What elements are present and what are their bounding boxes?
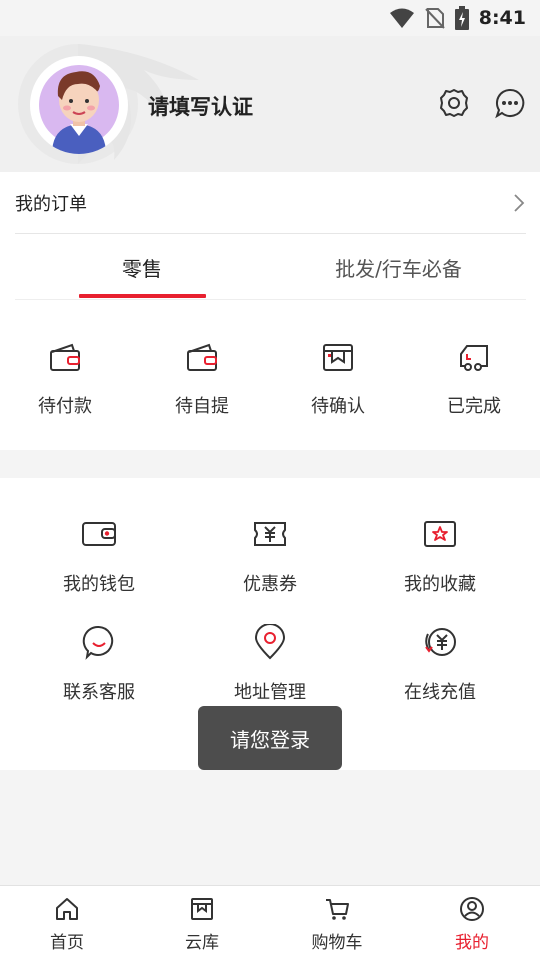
recharge-icon bbox=[425, 628, 456, 656]
service-address[interactable]: 地址管理 bbox=[190, 624, 350, 714]
wallet-icon bbox=[82, 522, 116, 546]
settings-button[interactable] bbox=[437, 86, 471, 120]
my-orders-title: 我的订单 bbox=[15, 193, 87, 215]
profile-header: 请填写认证 bbox=[0, 36, 540, 172]
coupon-icon bbox=[254, 522, 286, 546]
service-recharge[interactable]: 在线充值 bbox=[360, 624, 520, 714]
gear-icon bbox=[440, 89, 468, 117]
star-icon bbox=[424, 521, 456, 547]
order-status-label: 待确认 bbox=[311, 396, 365, 417]
my-orders-row[interactable]: 我的订单 bbox=[15, 172, 526, 234]
status-time: 8:41 bbox=[478, 7, 526, 29]
nav-mine[interactable]: 我的 bbox=[412, 896, 532, 956]
order-status-confirm[interactable]: 待确认 bbox=[273, 340, 403, 420]
order-status-pending-payment[interactable]: 待付款 bbox=[0, 340, 130, 420]
nav-label: 云库 bbox=[185, 933, 219, 953]
nav-cloud-store[interactable]: 云库 bbox=[142, 896, 262, 956]
bottom-nav: 首页 云库 购物车 我的 bbox=[0, 885, 540, 960]
messages-button[interactable] bbox=[493, 86, 527, 120]
order-status-label: 已完成 bbox=[447, 396, 501, 417]
battery-icon bbox=[454, 6, 469, 30]
order-status-label: 待自提 bbox=[175, 396, 229, 417]
login-toast: 请您登录 bbox=[198, 706, 342, 770]
cart-icon bbox=[326, 899, 349, 920]
tab-wholesale[interactable]: 批发/行车必备 bbox=[271, 234, 526, 300]
order-status-completed[interactable]: 已完成 bbox=[409, 340, 539, 420]
service-customer-support[interactable]: 联系客服 bbox=[19, 624, 179, 714]
service-label: 优惠券 bbox=[243, 574, 297, 595]
chat-icon bbox=[82, 625, 114, 660]
avatar[interactable] bbox=[30, 56, 128, 154]
tab-retail[interactable]: 零售 bbox=[15, 234, 269, 300]
location-icon bbox=[254, 624, 286, 660]
home-icon bbox=[56, 898, 78, 920]
chevron-right-icon bbox=[514, 193, 525, 212]
truck-icon bbox=[460, 345, 488, 371]
message-icon bbox=[495, 88, 525, 119]
nav-label: 首页 bbox=[50, 933, 84, 953]
avatar-illustration bbox=[39, 65, 119, 154]
service-label: 联系客服 bbox=[63, 682, 135, 703]
nav-label: 我的 bbox=[455, 933, 489, 953]
service-label: 在线充值 bbox=[404, 682, 476, 703]
status-icons: 8:41 bbox=[389, 6, 526, 30]
service-wallet[interactable]: 我的钱包 bbox=[19, 516, 179, 606]
service-label: 我的钱包 bbox=[63, 574, 135, 595]
box-icon bbox=[191, 898, 213, 920]
no-sim-icon bbox=[425, 8, 445, 29]
wifi-icon bbox=[389, 8, 414, 28]
wallet-icon bbox=[187, 343, 217, 371]
service-label: 地址管理 bbox=[234, 682, 306, 703]
wallet-icon bbox=[50, 343, 80, 371]
service-coupons[interactable]: 优惠券 bbox=[190, 516, 350, 606]
nav-label: 购物车 bbox=[311, 933, 363, 953]
service-label: 我的收藏 bbox=[404, 574, 476, 595]
status-bar: 8:41 bbox=[0, 0, 540, 36]
nav-home[interactable]: 首页 bbox=[7, 896, 127, 956]
order-status-pickup[interactable]: 待自提 bbox=[137, 340, 267, 420]
user-icon bbox=[460, 897, 484, 921]
service-favorites[interactable]: 我的收藏 bbox=[360, 516, 520, 606]
nav-cart[interactable]: 购物车 bbox=[277, 896, 397, 956]
active-tab-indicator bbox=[79, 294, 206, 298]
order-tabs: 零售 批发/行车必备 bbox=[15, 234, 526, 300]
profile-name[interactable]: 请填写认证 bbox=[148, 91, 253, 121]
order-status-label: 待付款 bbox=[38, 396, 92, 417]
package-icon bbox=[323, 344, 353, 371]
